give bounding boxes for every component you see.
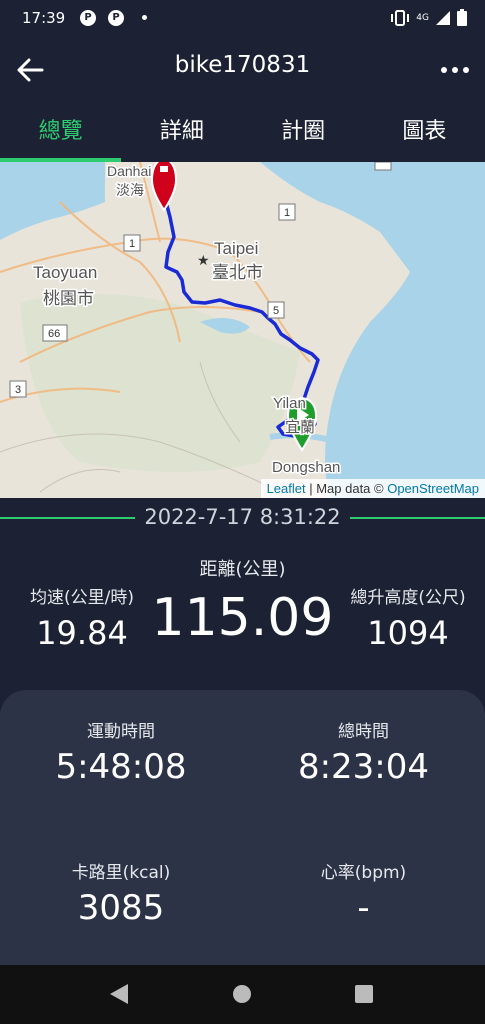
divider bbox=[350, 517, 485, 519]
stats-panel: 運動時間 5:48:08 總時間 8:23:04 卡路里(kcal) 3085 … bbox=[0, 690, 485, 965]
more-vert-icon bbox=[441, 67, 469, 73]
vibrate-icon bbox=[391, 9, 410, 26]
map-label: Dongshan bbox=[272, 459, 340, 476]
tab-charts[interactable]: 圖表 bbox=[364, 106, 485, 162]
status-time: 17:39 bbox=[22, 9, 66, 27]
calories-value: 3085 bbox=[77, 888, 165, 928]
nav-back-button[interactable] bbox=[108, 983, 130, 1009]
nav-recents-button[interactable] bbox=[353, 983, 375, 1009]
total-time-value: 8:23:04 bbox=[297, 747, 430, 787]
map-label: Taoyuan bbox=[33, 263, 97, 282]
triangle-back-icon bbox=[110, 984, 128, 1004]
status-bar: 17:39 P P 4G bbox=[0, 0, 485, 38]
moving-time-label: 運動時間 bbox=[87, 722, 155, 742]
avg-speed-label: 均速(公里/時) bbox=[30, 588, 134, 608]
parking-notification-icon: P bbox=[80, 10, 96, 26]
tab-laps[interactable]: 計圈 bbox=[243, 106, 364, 162]
map-label: Yilan bbox=[273, 395, 306, 412]
heart-rate-label: 心率(bpm) bbox=[320, 863, 407, 883]
distance-label: 距離(公里) bbox=[199, 559, 286, 580]
heart-rate-value: - bbox=[357, 888, 370, 928]
notification-dot-icon bbox=[142, 15, 147, 20]
parking-notification-icon: P bbox=[108, 10, 124, 26]
elevation-label: 總升高度(公尺) bbox=[350, 588, 466, 608]
map-label: 1 bbox=[284, 207, 290, 219]
attribution-separator: | Map data © bbox=[305, 481, 388, 496]
elevation-value: 1094 bbox=[367, 614, 449, 652]
moving-time-value: 5:48:08 bbox=[55, 747, 187, 787]
signal-icon bbox=[436, 10, 450, 25]
map-attribution: Leaflet | Map data © OpenStreetMap bbox=[260, 479, 485, 498]
svg-text:★: ★ bbox=[197, 253, 210, 269]
end-marker-icon bbox=[150, 162, 178, 212]
map-label: 淡海 bbox=[116, 182, 144, 198]
tab-details[interactable]: 詳細 bbox=[121, 106, 242, 162]
map-canvas: ★ Danhai 淡海 Taipei 臺北市 Taoyuan 桃園市 Yilan… bbox=[0, 162, 485, 498]
square-recents-icon bbox=[355, 985, 373, 1003]
page-title: bike170831 bbox=[174, 52, 311, 78]
total-time-label: 總時間 bbox=[338, 722, 389, 742]
calories-label: 卡路里(kcal) bbox=[71, 863, 171, 883]
battery-icon bbox=[457, 9, 467, 26]
map-label: Taipei bbox=[214, 239, 258, 258]
system-nav-bar bbox=[0, 965, 485, 1024]
map-label: 桃園市 bbox=[43, 289, 94, 308]
osm-link[interactable]: OpenStreetMap bbox=[387, 481, 479, 496]
route-map[interactable]: ★ Danhai 淡海 Taipei 臺北市 Taoyuan 桃園市 Yilan… bbox=[0, 162, 485, 498]
tab-overview[interactable]: 總覽 bbox=[0, 106, 122, 162]
nav-home-button[interactable] bbox=[231, 983, 253, 1009]
map-label: 3 bbox=[15, 384, 21, 396]
app-bar: bike170831 bbox=[0, 38, 485, 102]
more-options-button[interactable] bbox=[437, 52, 473, 88]
leaflet-link[interactable]: Leaflet bbox=[267, 481, 306, 496]
network-type: 4G bbox=[416, 12, 429, 23]
map-label: Danhai bbox=[107, 163, 151, 179]
tab-bar: 總覽 詳細 計圈 圖表 bbox=[0, 106, 485, 162]
status-icons: 4G bbox=[390, 9, 467, 26]
map-label: 臺北市 bbox=[212, 263, 263, 282]
map-label: 66 bbox=[48, 328, 60, 340]
circle-home-icon bbox=[233, 985, 251, 1003]
map-label: 1 bbox=[129, 238, 135, 250]
map-label: 5 bbox=[273, 305, 279, 317]
activity-datetime-row: 2022-7-17 8:31:22 bbox=[0, 505, 485, 531]
map-label: 宜蘭 bbox=[285, 419, 315, 436]
avg-speed-value: 19.84 bbox=[36, 614, 128, 652]
